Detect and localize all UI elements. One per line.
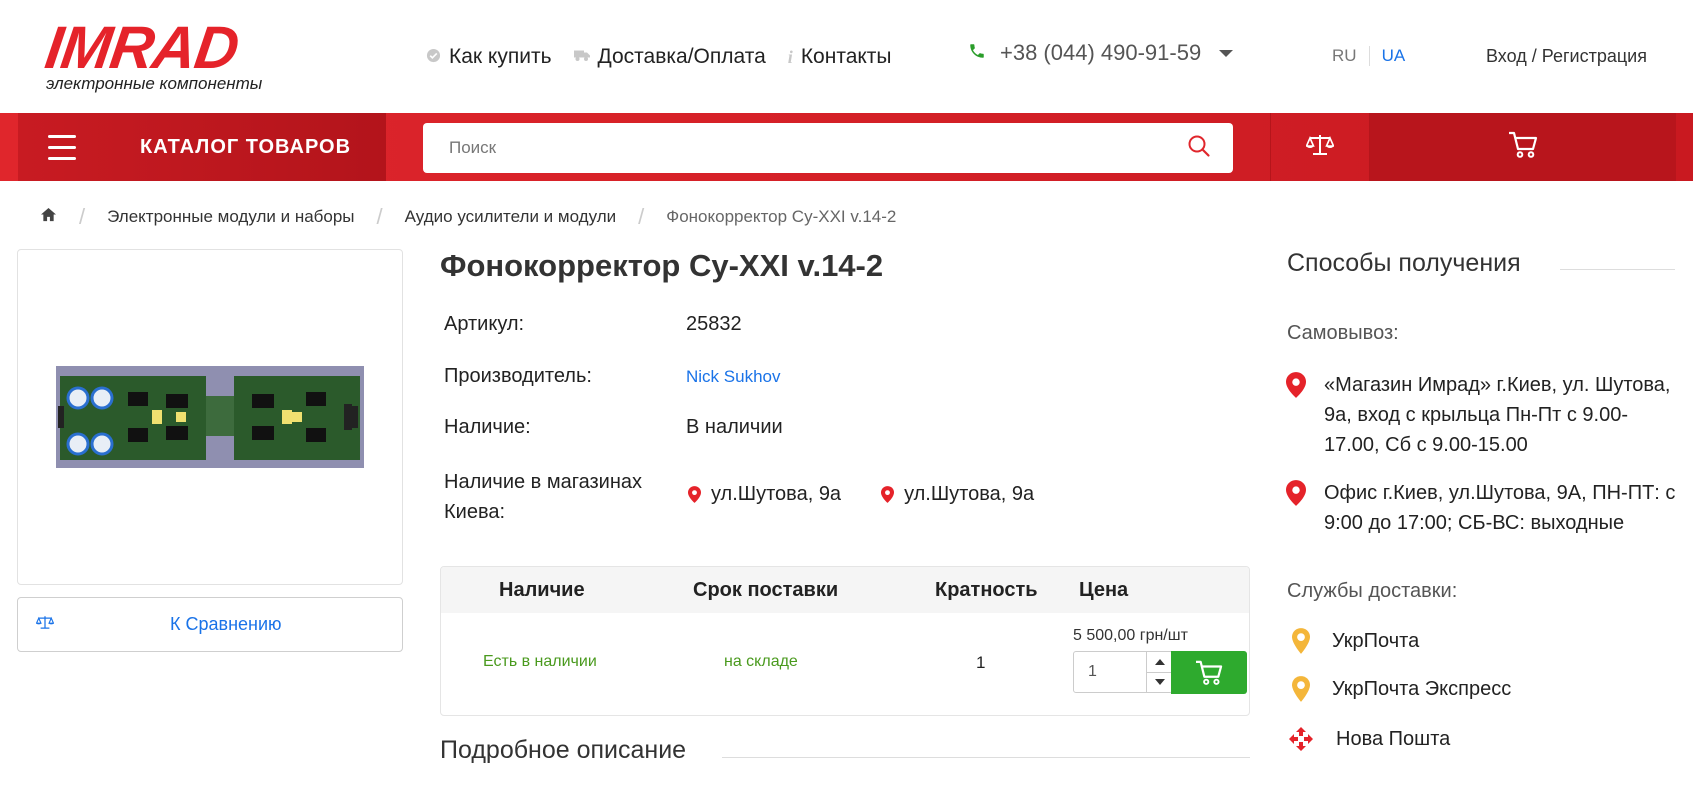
product-image [56,366,364,468]
chevron-down-icon [1219,49,1234,57]
compare-label: К Сравнению [170,614,282,634]
row-availability: Есть в наличии [483,653,597,670]
store-item[interactable]: ул.Шутова, 9а [881,483,1034,506]
phone-icon [968,42,986,65]
nav-how-to-buy[interactable]: Как купить [426,45,552,69]
divider [722,757,1250,758]
add-to-cart-button[interactable] [1171,651,1247,694]
chevron-down-icon [1154,679,1165,686]
product-title: Фонокорректор Cy-XXI v.14-2 [440,248,884,283]
nav-delivery-label: Доставка/Оплата [597,45,766,68]
logo-wordmark: IMRAD [41,14,243,81]
manufacturer-link[interactable]: Nick Sukhov [686,367,780,387]
spec-label-availability: Наличие: [444,416,531,438]
table-header: Наличие Срок поставки Кратность Цена [441,567,1249,613]
info-icon: i [787,46,793,67]
spec-value-article: 25832 [686,313,742,335]
top-nav: Как купить Доставка/Оплата i Контакты [426,42,892,72]
row-delivery: на складе [724,653,798,670]
nav-delivery[interactable]: Доставка/Оплата [573,45,766,69]
map-pin-icon [1286,372,1306,398]
quantity-value: 1 [1088,663,1097,680]
scales-icon [35,614,55,635]
map-pin-icon [688,486,701,503]
column-header: Срок поставки [693,579,839,601]
pickup-location [1286,372,1306,403]
catalog-button[interactable]: КАТАЛОГ ТОВАРОВ [18,113,386,181]
cart-icon [1196,660,1223,685]
check-circle-icon [426,48,441,66]
pickup-address: «Магазин Имрад» г.Киев, ул. Шутова, 9а, … [1324,374,1671,456]
breadcrumb-current: Фонокорректор Cy-XXI v.14-2 [666,207,897,226]
pickup-label: Самовывоз: [1287,322,1399,344]
product-image-card[interactable] [17,249,403,585]
ukrposhta-express-icon [1292,676,1310,702]
spec-label-manufacturer: Производитель: [444,365,592,387]
delivery-service: Нова Пошта [1288,726,1450,752]
lang-ua[interactable]: UA [1370,46,1406,66]
add-to-compare-button[interactable]: К Сравнению [17,597,403,652]
divider [1560,269,1675,270]
cart-button[interactable] [1370,113,1676,181]
phone-number: +38 (044) 490-91-59 [1000,40,1202,65]
search-icon[interactable] [1187,134,1211,163]
column-header: Наличие [499,579,585,601]
nova-poshta-icon [1289,727,1313,751]
breadcrumb-item[interactable]: Электронные модули и наборы [107,207,354,227]
receiving-methods-title: Способы получения [1287,249,1521,277]
nav-contacts-label: Контакты [800,45,892,68]
truck-icon [573,49,590,65]
pickup-address: Офис г.Киев, ул.Шутова, 9А, ПН-ПТ: с 9:0… [1324,482,1676,534]
delivery-service: УкрПочта Экспресс [1292,676,1511,702]
store-item[interactable]: ул.Шутова, 9а [688,483,841,506]
row-price: 5 500,00 грн/шт [1073,627,1188,644]
decrement-button[interactable] [1147,671,1172,693]
breadcrumb-item[interactable]: Аудио усилители и модули [405,207,616,227]
store-list: ул.Шутова, 9а ул.Шутова, 9а [688,483,1034,506]
login-link[interactable]: Вход / Регистрация [1486,46,1647,67]
quantity-stepper[interactable]: 1 [1073,651,1173,693]
nav-contacts[interactable]: i Контакты [788,45,892,69]
column-header: Цена [1079,579,1129,601]
delivery-service: УкрПочта [1292,628,1419,654]
menu-icon [48,134,76,160]
map-pin-icon [881,486,895,503]
scales-icon [1305,133,1335,162]
map-pin-icon [1286,480,1306,506]
nav-how-to-buy-label: Как купить [449,45,552,68]
row-multiplicity: 1 [976,653,986,672]
home-icon[interactable] [40,207,57,227]
column-header: Кратность [935,579,1038,601]
pickup-location [1286,480,1306,511]
spec-label-article: Артикул: [444,313,525,335]
offer-table: Наличие Срок поставки Кратность Цена Ест… [440,566,1250,716]
catalog-label: КАТАЛОГ ТОВАРОВ [140,135,352,158]
cart-icon [1508,131,1538,164]
spec-value-availability: В наличии [686,416,783,438]
delivery-services-label: Службы доставки: [1287,580,1458,602]
increment-button[interactable] [1147,652,1172,672]
search-bar [423,123,1233,173]
lang-ru[interactable]: RU [1332,46,1370,66]
description-title: Подробное описание [440,736,687,764]
breadcrumb: / Электронные модули и наборы / Аудио ус… [40,204,896,230]
site-logo[interactable]: IMRAD электронные компоненты [41,14,286,92]
compare-button[interactable] [1270,113,1370,181]
phone-dropdown[interactable]: +38 (044) 490-91-59 [968,40,1234,66]
ukrposhta-icon [1292,628,1310,654]
language-switcher: RU UA [1332,46,1405,66]
search-input[interactable] [449,138,1149,158]
spec-label-stores: Наличие в магазинах Киева: [444,471,642,523]
chevron-up-icon [1154,658,1165,665]
